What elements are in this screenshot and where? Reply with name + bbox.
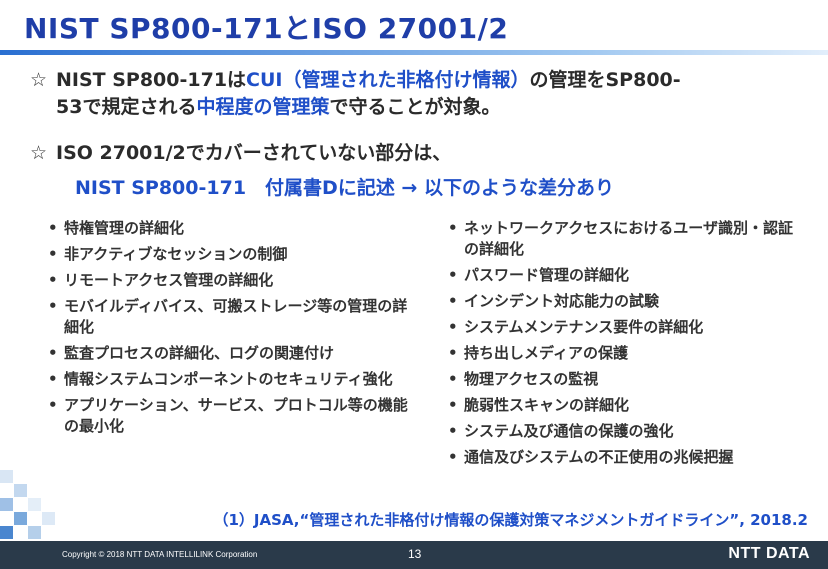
list-item: システム及び通信の保護の強化: [448, 421, 798, 442]
list-item: 情報システムコンポーネントのセキュリティ強化: [48, 369, 413, 390]
list-item: モバイルディバイス、可搬ストレージ等の管理の詳細化: [48, 296, 413, 338]
point-cui: ☆ NIST SP800-171はCUI（管理された非格付け情報）の管理をSP80…: [30, 67, 681, 121]
list-item: 非アクティブなセッションの制御: [48, 244, 413, 265]
star-icon: ☆: [30, 69, 48, 91]
list-item: 持ち出しメディアの保護: [448, 343, 798, 364]
list-item: ネットワークアクセスにおけるユーザ識別・認証の詳細化: [448, 218, 798, 260]
list-item: パスワード管理の詳細化: [448, 265, 798, 286]
moderate-control-highlight: 中程度の管理策: [196, 96, 330, 118]
left-diff-list: 特権管理の詳細化 非アクティブなセッションの制御 リモートアクセス管理の詳細化 …: [48, 218, 413, 442]
list-item: システムメンテナンス要件の詳細化: [448, 317, 798, 338]
list-item: 特権管理の詳細化: [48, 218, 413, 239]
page-number: 13: [408, 547, 422, 561]
point-text: で守ることが対象。: [329, 96, 501, 118]
cui-highlight: CUI（管理された非格付け情報）: [246, 69, 530, 91]
decorative-mosaic: [0, 470, 60, 541]
point-iso: ☆ ISO 27001/2でカバーされていない部分は、: [30, 140, 451, 167]
right-diff-list: ネットワークアクセスにおけるユーザ識別・認証の詳細化 パスワード管理の詳細化 イ…: [448, 218, 798, 473]
star-icon: ☆: [30, 142, 48, 164]
list-item: インシデント対応能力の試験: [448, 291, 798, 312]
point-text: 53で規定される: [56, 96, 197, 118]
list-item: 脆弱性スキャンの詳細化: [448, 395, 798, 416]
source-citation: （1）JASA,“管理された非格付け情報の保護対策マネジメントガイドライン”, …: [213, 511, 808, 529]
ntt-data-logo: NTT DATA: [728, 545, 810, 562]
point-text: の管理をSP800-: [529, 69, 681, 91]
list-item: 監査プロセスの詳細化、ログの関連付け: [48, 343, 413, 364]
list-item: アプリケーション、サービス、プロトコル等の機能の最小化: [48, 395, 413, 437]
list-item: 通信及びシステムの不正使用の兆候把握: [448, 447, 798, 468]
appendix-d-subline: NIST SP800-171 付属書Dに記述 → 以下のような差分あり: [75, 177, 614, 199]
list-item: 物理アクセスの監視: [448, 369, 798, 390]
copyright-text: Copyright © 2018 NTT DATA INTELLILINK Co…: [62, 550, 258, 559]
point-text: NIST SP800-171は: [56, 69, 247, 91]
list-item: リモートアクセス管理の詳細化: [48, 270, 413, 291]
slide-title: NIST SP800-171とISO 27001/2: [24, 12, 509, 45]
point-text: ISO 27001/2でカバーされていない部分は、: [56, 142, 452, 164]
title-underline: [0, 50, 828, 55]
